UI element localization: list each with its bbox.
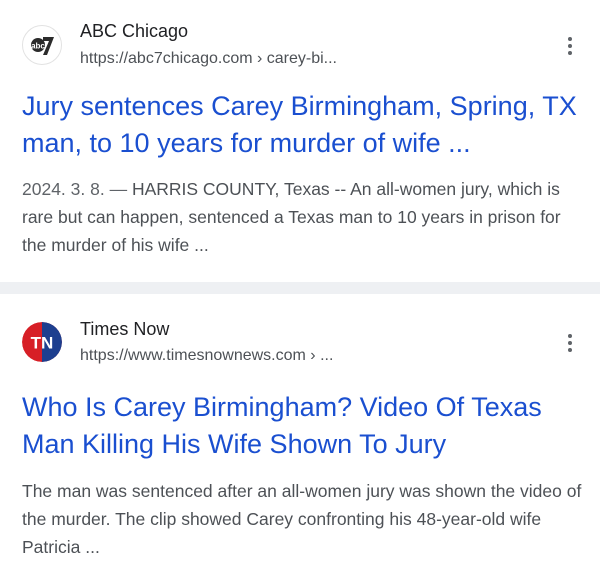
search-result-card[interactable]: abc ABC Chicago https://abc7chicago.com … [0,0,600,282]
abc7-logo-icon: abc [22,25,62,65]
source-name[interactable]: ABC Chicago [80,21,188,42]
times-now-logo-icon: TN [22,322,62,362]
result-date: 2024. 3. 8. — [22,179,132,199]
search-result-card[interactable]: TN Times Now https://www.timesnownews.co… [0,294,600,578]
more-options-icon[interactable] [558,31,582,61]
result-separator [0,282,600,294]
source-url[interactable]: https://www.timesnownews.com › ... [80,347,333,365]
result-snippet: The man was sentenced after an all-women… [22,481,582,557]
result-title-link[interactable]: Jury sentences Carey Birmingham, Spring,… [22,88,582,162]
svg-text:abc: abc [31,42,45,51]
source-name[interactable]: Times Now [80,319,169,340]
more-options-icon[interactable] [558,328,582,358]
search-results-page: abc ABC Chicago https://abc7chicago.com … [0,0,600,578]
favicon-text: TN [31,334,54,353]
result-snippet: 2024. 3. 8. — HARRIS COUNTY, Texas -- An… [22,175,582,259]
result-title-link[interactable]: Who Is Carey Birmingham? Video Of Texas … [22,389,582,463]
source-url[interactable]: https://abc7chicago.com › carey-bi... [80,50,337,68]
